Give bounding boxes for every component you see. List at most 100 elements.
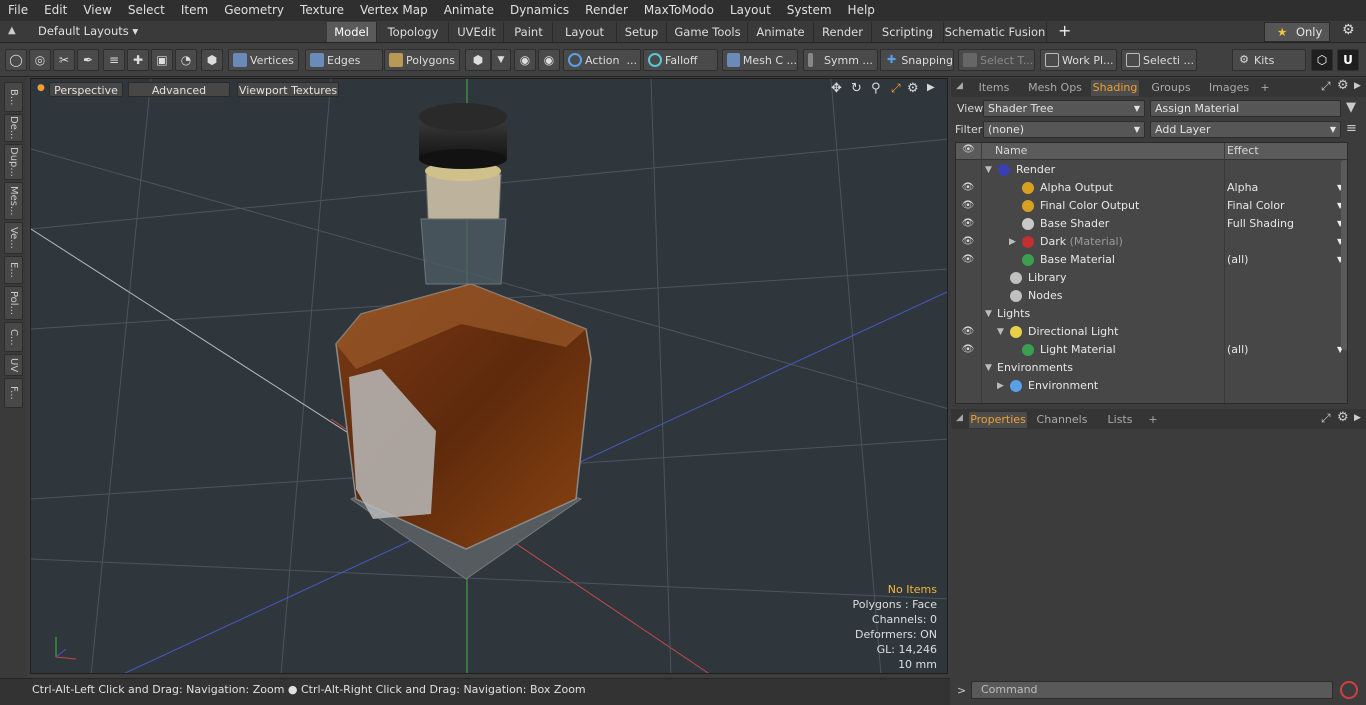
tree-row-lights[interactable]: ▼ Lights	[956, 305, 1347, 323]
menu-layout[interactable]: Layout	[722, 0, 779, 21]
edges-mode-button[interactable]: Edges	[305, 49, 383, 71]
view-select[interactable]: Shader Tree ▼	[983, 100, 1145, 117]
visibility-eye-icon[interactable]: 👁	[961, 233, 975, 251]
properties-more-icon[interactable]: ▶	[1354, 413, 1361, 423]
tree-row-base-material[interactable]: 👁Base Material(all)▼	[956, 251, 1347, 269]
viewport-textures-dropdown[interactable]: Viewport Textures	[237, 82, 339, 97]
expand-toggle-icon[interactable]: ▶	[1009, 233, 1016, 251]
panel-tab-groups[interactable]: Groups	[1145, 80, 1197, 96]
menu-file[interactable]: File	[0, 0, 36, 21]
menu-select[interactable]: Select	[120, 0, 173, 21]
select-through-button[interactable]: Select T...	[958, 49, 1035, 71]
panel-tab-items[interactable]: Items	[969, 80, 1019, 96]
rotate-tool-icon[interactable]: ◔	[175, 49, 197, 71]
viewport-more-icon[interactable]: ▶	[927, 82, 935, 93]
expand-toggle-icon[interactable]: ▼	[985, 359, 992, 377]
left-tab-4[interactable]: Ve...	[4, 222, 23, 254]
unreal-icon[interactable]: U	[1337, 49, 1359, 71]
pen-tool-icon[interactable]: ✂	[53, 49, 75, 71]
polygons-mode-button[interactable]: Polygons	[384, 49, 460, 71]
perspective-dropdown[interactable]: Perspective	[49, 82, 123, 97]
left-tab-7[interactable]: C...	[4, 322, 23, 352]
selection-sets-button[interactable]: Selecti ...	[1121, 49, 1197, 71]
layout-tab-paint[interactable]: Paint	[505, 22, 553, 42]
3d-viewport[interactable]: ● Perspective Advanced Viewport Textures…	[30, 78, 948, 674]
visibility-eye-icon[interactable]: 👁	[961, 341, 975, 359]
unity-icon[interactable]: ⬡	[1311, 49, 1333, 71]
advanced-dropdown[interactable]: Advanced	[128, 82, 230, 97]
expand-toggle-icon[interactable]: ▶	[997, 377, 1004, 395]
layout-tab-scripting[interactable]: Scripting	[872, 22, 944, 42]
left-tab-3[interactable]: Mes...	[4, 182, 23, 220]
panel-expand-icon[interactable]: ⤢	[1321, 79, 1331, 94]
sphere-tool-icon[interactable]: ◯	[5, 49, 27, 71]
mesh-constraint-button[interactable]: Mesh C ...	[722, 49, 798, 71]
center-icon[interactable]: ◉	[538, 49, 560, 71]
menu-geometry[interactable]: Geometry	[216, 0, 292, 21]
layout-lock-icon[interactable]: ▲	[8, 25, 16, 36]
pan-icon[interactable]: ✥	[831, 81, 842, 96]
menu-dynamics[interactable]: Dynamics	[502, 0, 577, 21]
panel-tab-lists[interactable]: Lists	[1097, 412, 1143, 428]
zoom-icon[interactable]: ⚲	[871, 81, 881, 96]
properties-menu-icon[interactable]: ◢	[956, 413, 963, 423]
menu-animate[interactable]: Animate	[436, 0, 502, 21]
panel-more-icon[interactable]: ▶	[1354, 81, 1361, 91]
layout-tab-model[interactable]: Model	[327, 22, 377, 42]
expand-toggle-icon[interactable]: ▼	[985, 305, 992, 323]
column-effect-header[interactable]: Effect	[1227, 144, 1259, 157]
tree-row-environments[interactable]: ▼ Environments	[956, 359, 1347, 377]
viewport-menu-dot[interactable]: ●	[37, 83, 45, 93]
viewport-settings-icon[interactable]: ⚙	[907, 81, 919, 96]
tree-item-effect[interactable]: (all)	[1227, 341, 1248, 359]
menu-render[interactable]: Render	[577, 0, 636, 21]
visibility-eye-icon[interactable]: 👁	[961, 179, 975, 197]
visibility-eye-icon[interactable]: 👁	[961, 251, 975, 269]
panel-menu-icon[interactable]: ◢	[956, 81, 963, 91]
panel-settings-icon[interactable]: ⚙	[1337, 78, 1349, 93]
layout-tab-animate[interactable]: Animate	[748, 22, 814, 42]
visibility-eye-icon[interactable]: 👁	[961, 197, 975, 215]
vertices-mode-button[interactable]: Vertices	[228, 49, 299, 71]
tree-row-nodes[interactable]: Nodes	[956, 287, 1347, 305]
filter-select[interactable]: (none) ▼	[983, 121, 1145, 138]
panel-add-tab-button[interactable]: +	[1147, 412, 1159, 428]
tree-row-base-shader[interactable]: 👁Base ShaderFull Shading▼	[956, 215, 1347, 233]
menu-help[interactable]: Help	[840, 0, 883, 21]
orbit-icon[interactable]: ↻	[851, 81, 862, 96]
work-plane-button[interactable]: Work Pl...	[1040, 49, 1117, 71]
list-options-icon[interactable]: ≡	[1346, 121, 1357, 136]
left-tab-0[interactable]: B...	[4, 82, 23, 112]
properties-expand-icon[interactable]: ⤢	[1321, 411, 1331, 426]
left-tab-5[interactable]: E...	[4, 256, 23, 284]
layout-tab-game-tools[interactable]: Game Tools	[668, 22, 748, 42]
properties-settings-icon[interactable]: ⚙	[1337, 410, 1349, 425]
layout-tab-topology[interactable]: Topology	[378, 22, 449, 42]
command-input[interactable]: Command	[971, 681, 1333, 699]
align-tool-icon[interactable]: ≡	[103, 49, 125, 71]
add-tab-button[interactable]: +	[1058, 21, 1071, 40]
action-center-button[interactable]: Action ...	[563, 49, 641, 71]
tree-row-final-color-output[interactable]: 👁Final Color OutputFinal Color▼	[956, 197, 1347, 215]
visibility-eye-icon[interactable]: 👁	[961, 323, 975, 341]
layout-tab-layout[interactable]: Layout	[553, 22, 617, 42]
panel-tab-shading[interactable]: Shading	[1091, 80, 1139, 96]
add-layer-select[interactable]: Add Layer ▼	[1150, 121, 1341, 138]
tree-item-effect[interactable]: Full Shading	[1227, 215, 1294, 233]
menu-maxtomodo[interactable]: MaxToModo	[636, 0, 722, 21]
layout-tab-uvedit[interactable]: UVEdit	[450, 22, 504, 42]
panel-tab-channels[interactable]: Channels	[1033, 412, 1091, 428]
brush-tool-icon[interactable]: ✒	[77, 49, 99, 71]
panel-tab-mesh-ops[interactable]: Mesh Ops	[1025, 80, 1085, 96]
menu-view[interactable]: View	[75, 0, 119, 21]
tree-row-render[interactable]: ▼ Render	[956, 161, 1347, 179]
tree-item-effect[interactable]: (all)	[1227, 251, 1248, 269]
kits-button[interactable]: ⚙ Kits	[1232, 49, 1306, 71]
item-mode-icon[interactable]: ⬢	[201, 49, 223, 71]
left-tab-9[interactable]: F...	[4, 378, 23, 408]
column-name-header[interactable]: Name	[995, 144, 1027, 157]
left-tab-6[interactable]: Pol...	[4, 286, 23, 320]
falloff-button[interactable]: Falloff	[643, 49, 718, 71]
tree-item-effect[interactable]: Alpha	[1227, 179, 1258, 197]
record-macro-icon[interactable]	[1340, 681, 1358, 699]
